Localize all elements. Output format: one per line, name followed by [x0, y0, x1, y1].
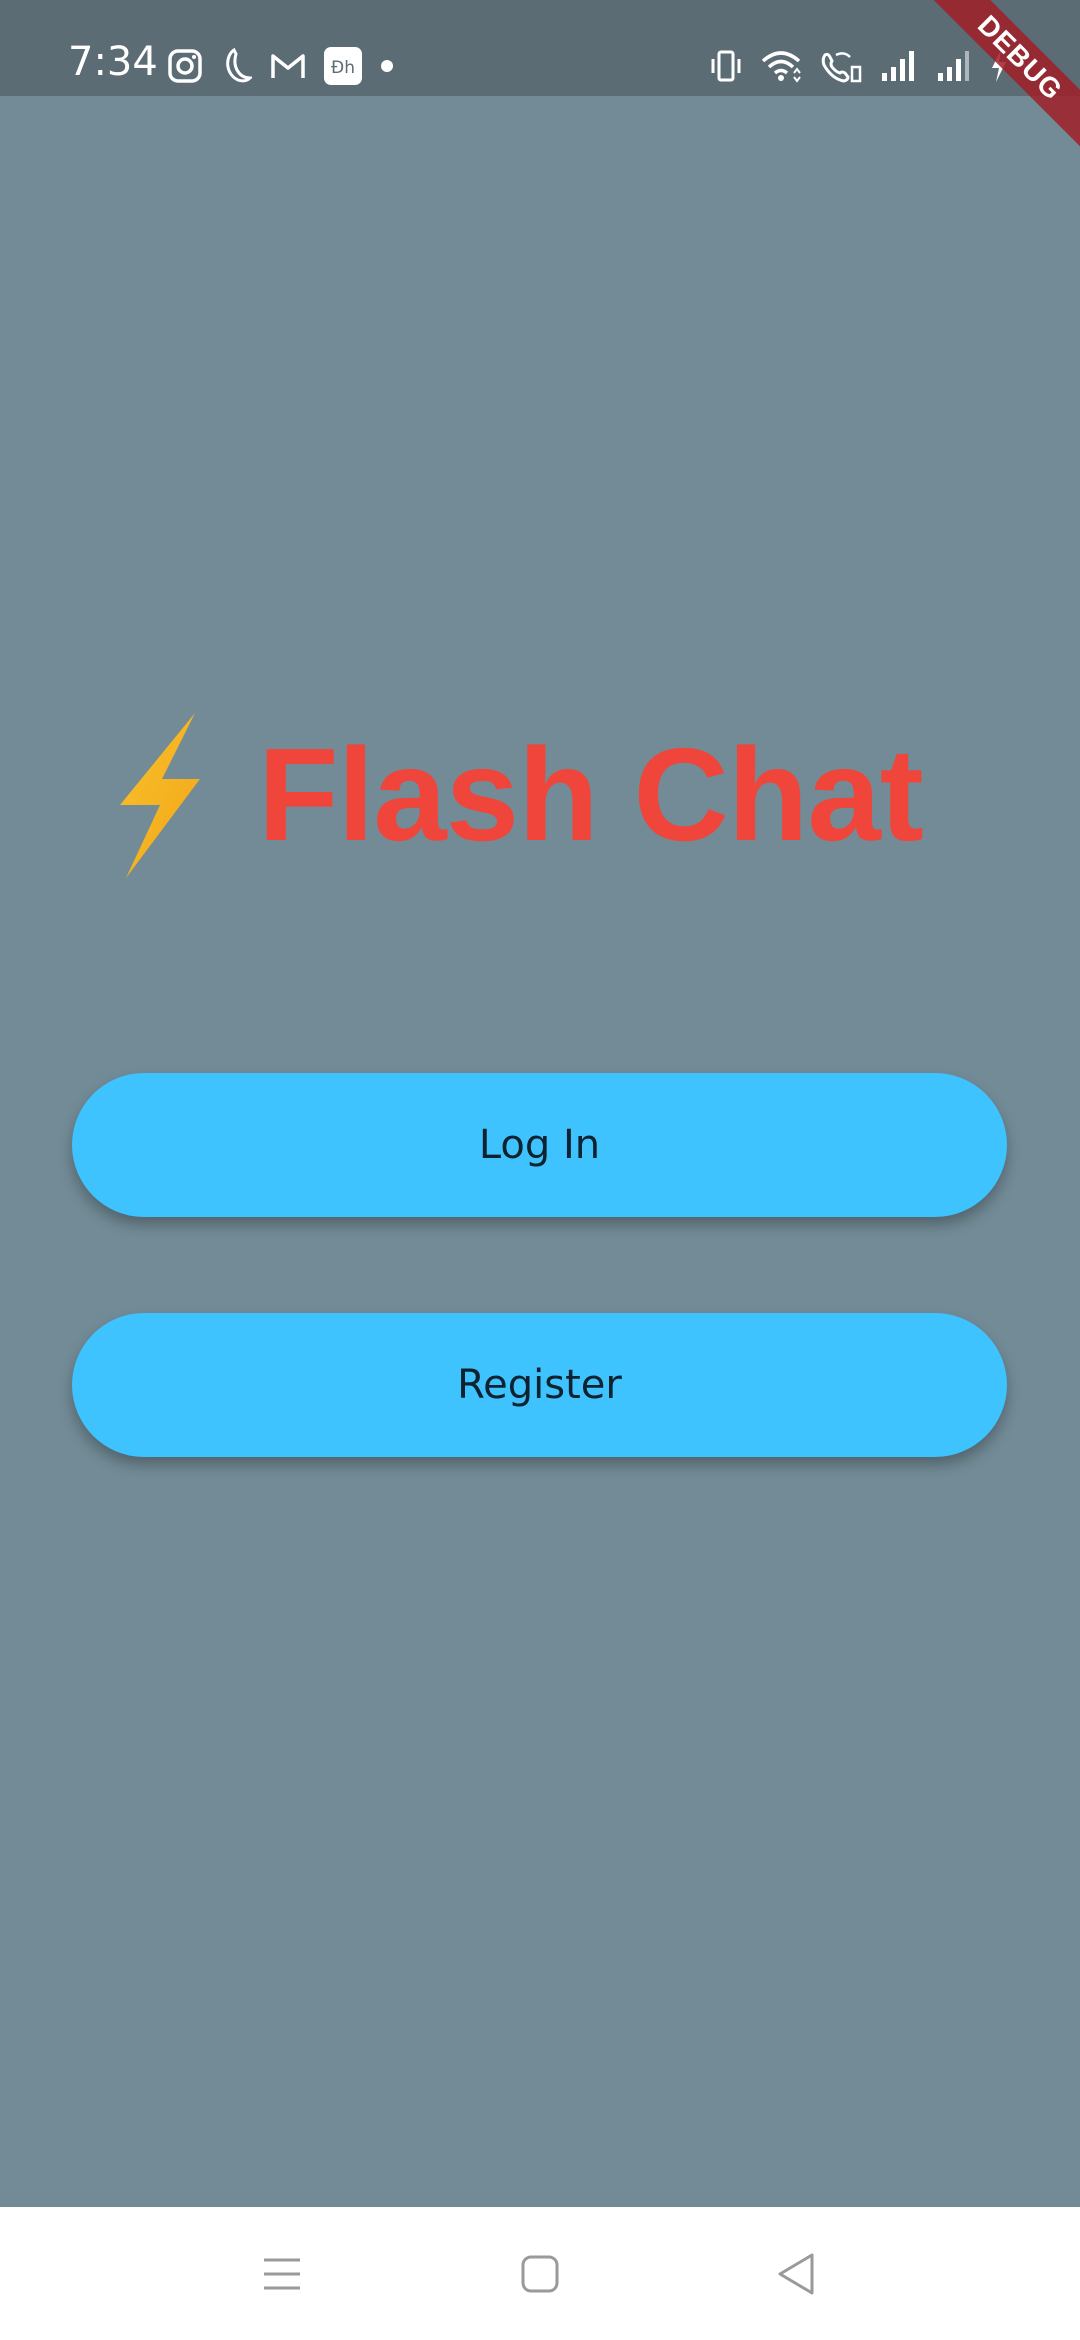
home-button[interactable]	[480, 2207, 600, 2340]
notification-dot-icon	[380, 59, 394, 73]
app-title: Flash Chat	[258, 721, 924, 868]
status-time: 7:34	[68, 39, 158, 85]
moon-icon	[220, 48, 252, 84]
status-right-icons	[710, 46, 1010, 86]
back-button[interactable]	[736, 2207, 856, 2340]
disney-hotstar-icon: Đh	[324, 47, 362, 85]
wifi-icon	[760, 49, 802, 83]
back-icon	[778, 2253, 814, 2294]
vibrate-icon	[710, 49, 742, 83]
gmail-icon	[270, 51, 306, 81]
navigation-bar	[0, 2207, 1080, 2340]
app-logo: Flash Chat	[118, 705, 924, 885]
login-button[interactable]: Log In	[72, 1073, 1007, 1217]
status-bar: 7:34 Đh	[0, 0, 1080, 96]
lightning-bolt-icon	[120, 712, 200, 878]
svg-text:Đh: Đh	[331, 58, 355, 78]
wifi-calling-icon	[820, 49, 862, 83]
menu-button[interactable]	[222, 2207, 342, 2340]
register-button[interactable]: Register	[72, 1313, 1007, 1457]
menu-icon	[264, 2258, 300, 2289]
instagram-icon	[168, 49, 202, 83]
signal-icon-2	[936, 49, 970, 83]
home-icon	[521, 2255, 559, 2292]
battery-icon	[988, 48, 1010, 84]
status-left-icons: Đh	[168, 46, 394, 86]
signal-icon	[880, 49, 918, 83]
